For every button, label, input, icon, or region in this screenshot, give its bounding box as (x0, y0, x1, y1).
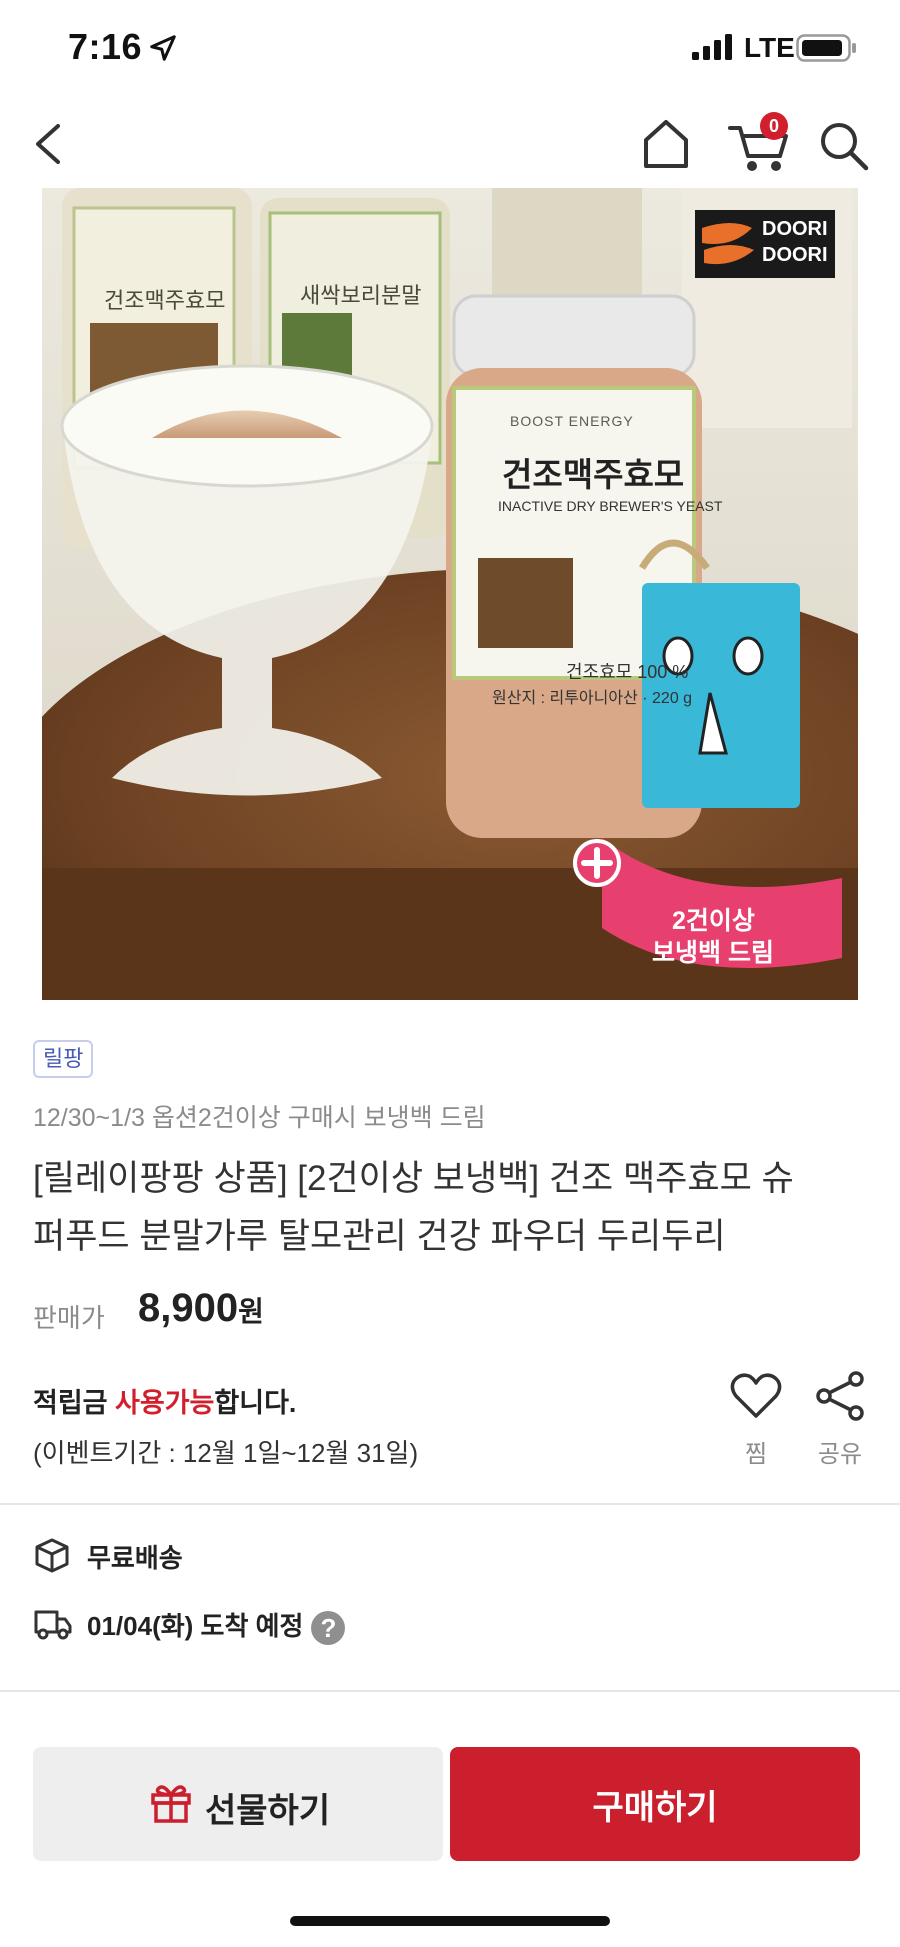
arrival-date: 01/04(화) 도착 예정 (87, 1611, 304, 1641)
points-suffix: 합니다. (214, 1388, 297, 1418)
price-value: 8,900원 (138, 1286, 264, 1331)
gift-button[interactable]: 선물하기 (33, 1747, 443, 1861)
share-button[interactable]: 공유 (812, 1370, 868, 1468)
battery-icon (796, 34, 856, 62)
box-icon (35, 1538, 69, 1573)
badge-text-1: 2건이상 (672, 907, 755, 935)
product-title-line-2: 퍼푸드 분말가루 탈모관리 건강 파우더 두리두리 (33, 1217, 726, 1256)
bg-jar-label-left: 건조맥주효모 (104, 288, 226, 313)
gift-button-label: 선물하기 (205, 1792, 331, 1830)
location-arrow-icon (150, 35, 176, 61)
divider (0, 1690, 900, 1692)
brand-logo-text-1: DOORI (762, 218, 828, 240)
relay-tag-badge: 릴팡 (33, 1040, 94, 1078)
arrival-text: 01/04(화) 도착 예정? (87, 1606, 346, 1646)
points-highlight: 사용가능 (115, 1388, 215, 1418)
jar-origin-text: 원산지 : 리투아니아산 · 220 g (492, 690, 693, 707)
points-notice: 적립금 사용가능합니다. (33, 1381, 296, 1420)
jar-title-text: 건조맥주효모 (502, 456, 685, 493)
signal-icon (692, 34, 732, 60)
help-icon[interactable]: ? (311, 1611, 346, 1646)
product-title: [릴레이팡팡 상품] [2건이상 보냉백] 건조 맥주효모 슈 퍼푸드 분말가루… (33, 1150, 873, 1266)
share-label: 공유 (817, 1441, 863, 1468)
top-nav (0, 100, 900, 188)
back-arrow-icon[interactable] (24, 114, 84, 174)
status-bar: 7:16 LTE (0, 0, 900, 100)
status-time: 7:16 (68, 26, 143, 67)
jar-subtitle-text: INACTIVE DRY BREWER'S YEAST (498, 498, 723, 514)
points-prefix: 적립금 (33, 1388, 116, 1418)
brand-logo-text-2: DOORI (762, 244, 828, 266)
cart-count-badge: 0 (760, 112, 788, 140)
search-icon[interactable] (812, 114, 876, 178)
badge-text-2: 보냉백 드림 (652, 939, 774, 967)
home-icon[interactable] (634, 112, 698, 176)
heart-icon (730, 1373, 782, 1418)
like-label: 찜 (744, 1441, 768, 1468)
divider (0, 1503, 900, 1505)
gift-icon (151, 1785, 191, 1823)
price-amount: 8,900 (138, 1286, 239, 1330)
free-shipping-label: 무료배송 (87, 1543, 183, 1573)
jar-content-text: 건조효모 100 % (566, 662, 689, 682)
product-image[interactable]: DOORI DOORI 건조맥주효모 새싹보리분말 BOOST ENERGY 건… (42, 188, 858, 1000)
bg-jar-label-right: 새싹보리분말 (300, 283, 422, 308)
like-button[interactable]: 찜 (728, 1370, 784, 1468)
price-currency: 원 (238, 1296, 264, 1327)
home-indicator (290, 1916, 610, 1926)
buy-button[interactable]: 구매하기 (450, 1747, 860, 1861)
network-type: LTE (744, 32, 795, 63)
promo-text: 12/30~1/3 옵션2건이상 구매시 보냉백 드림 (33, 1104, 486, 1132)
truck-icon (34, 1610, 72, 1640)
jar-brand-text: BOOST ENERGY (510, 413, 634, 429)
share-icon (816, 1371, 864, 1421)
price-label: 판매가 (33, 1303, 105, 1333)
event-period: (이벤트기간 : 12월 1일~12월 31일) (33, 1438, 419, 1468)
product-title-line-1: [릴레이팡팡 상품] [2건이상 보냉백] 건조 맥주효모 슈 (33, 1159, 794, 1198)
